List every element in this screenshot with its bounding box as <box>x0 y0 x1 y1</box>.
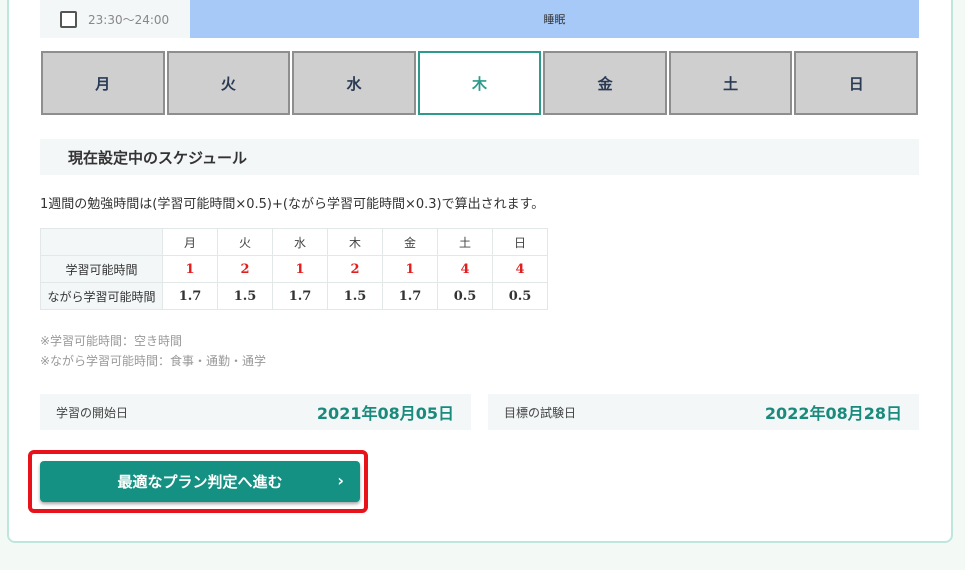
table-cell: 1 <box>272 255 328 283</box>
table-cell: 1.5 <box>327 282 383 310</box>
table-cell: 1 <box>162 255 218 283</box>
schedule-table: 月 火 水 木 金 土 日 学習可能時間 1 2 1 2 1 4 4 ながら学習… <box>40 228 548 310</box>
table-cell: 4 <box>437 255 493 283</box>
tab-tuesday[interactable]: 火 <box>166 51 291 115</box>
tab-saturday[interactable]: 土 <box>668 51 793 115</box>
table-cell: 2 <box>327 255 383 283</box>
table-header-day: 金 <box>382 228 438 256</box>
table-header-day: 月 <box>162 228 218 256</box>
start-date-label: 学習の開始日 <box>56 405 129 420</box>
table-header-day: 日 <box>492 228 548 256</box>
table-cell: 1.7 <box>382 282 438 310</box>
table-cell: 1.7 <box>162 282 218 310</box>
row-label-passive-study-time: ながら学習可能時間 <box>40 282 163 310</box>
table-cell: 2 <box>217 255 273 283</box>
time-slot-row: 23:30〜24:00 睡眠 <box>40 0 919 38</box>
note-study-time: ※学習可能時間：空き時間 <box>40 334 183 348</box>
time-slot-activity-bar[interactable]: 睡眠 <box>190 0 919 38</box>
tab-wednesday[interactable]: 水 <box>292 51 416 115</box>
schedule-notes: ※学習可能時間：空き時間 ※ながら学習可能時間：食事・通勤・通学 <box>40 331 266 371</box>
time-slot-label: 23:30〜24:00 <box>40 0 190 38</box>
proceed-to-plan-button[interactable]: 最適なプラン判定へ進む › <box>40 461 360 502</box>
proceed-button-label: 最適なプラン判定へ進む <box>117 473 283 491</box>
table-cell: 4 <box>492 255 548 283</box>
chevron-right-icon: › <box>337 471 344 490</box>
table-cell: 0.5 <box>492 282 548 310</box>
exam-date-box: 目標の試験日 2022年08月28日 <box>488 394 919 430</box>
exam-date-label: 目標の試験日 <box>504 405 577 420</box>
table-header-day: 火 <box>217 228 273 256</box>
time-slot-checkbox[interactable] <box>60 10 77 28</box>
tab-monday[interactable]: 月 <box>41 51 165 115</box>
table-header-day: 木 <box>327 228 383 256</box>
table-corner-cell <box>40 228 163 256</box>
table-cell: 0.5 <box>437 282 493 310</box>
start-date-box: 学習の開始日 2021年08月05日 <box>40 394 471 430</box>
table-header-day: 水 <box>272 228 328 256</box>
table-cell: 1.5 <box>217 282 273 310</box>
start-date-value: 2021年08月05日 <box>316 404 454 423</box>
study-time-description: 1週間の勉強時間は(学習可能時間×0.5)+(ながら学習可能時間×0.3)で算出… <box>40 197 545 212</box>
note-passive-study-time: ※ながら学習可能時間：食事・通勤・通学 <box>40 354 267 368</box>
tab-friday[interactable]: 金 <box>543 51 667 115</box>
section-title: 現在設定中のスケジュール <box>40 139 919 175</box>
exam-date-value: 2022年08月28日 <box>764 404 902 423</box>
tab-sunday[interactable]: 日 <box>794 51 919 115</box>
table-header-row: 月 火 水 木 金 土 日 <box>40 228 548 256</box>
table-cell: 1.7 <box>272 282 328 310</box>
table-row: ながら学習可能時間 1.7 1.5 1.7 1.5 1.7 0.5 0.5 <box>40 282 548 310</box>
tab-thursday[interactable]: 木 <box>417 51 542 115</box>
day-tabs: 月 火 水 木 金 土 日 <box>41 51 919 115</box>
table-header-day: 土 <box>437 228 493 256</box>
time-slot-time: 23:30〜24:00 <box>88 12 170 27</box>
row-label-study-time: 学習可能時間 <box>40 255 163 283</box>
table-cell: 1 <box>382 255 438 283</box>
table-row: 学習可能時間 1 2 1 2 1 4 4 <box>40 255 548 283</box>
